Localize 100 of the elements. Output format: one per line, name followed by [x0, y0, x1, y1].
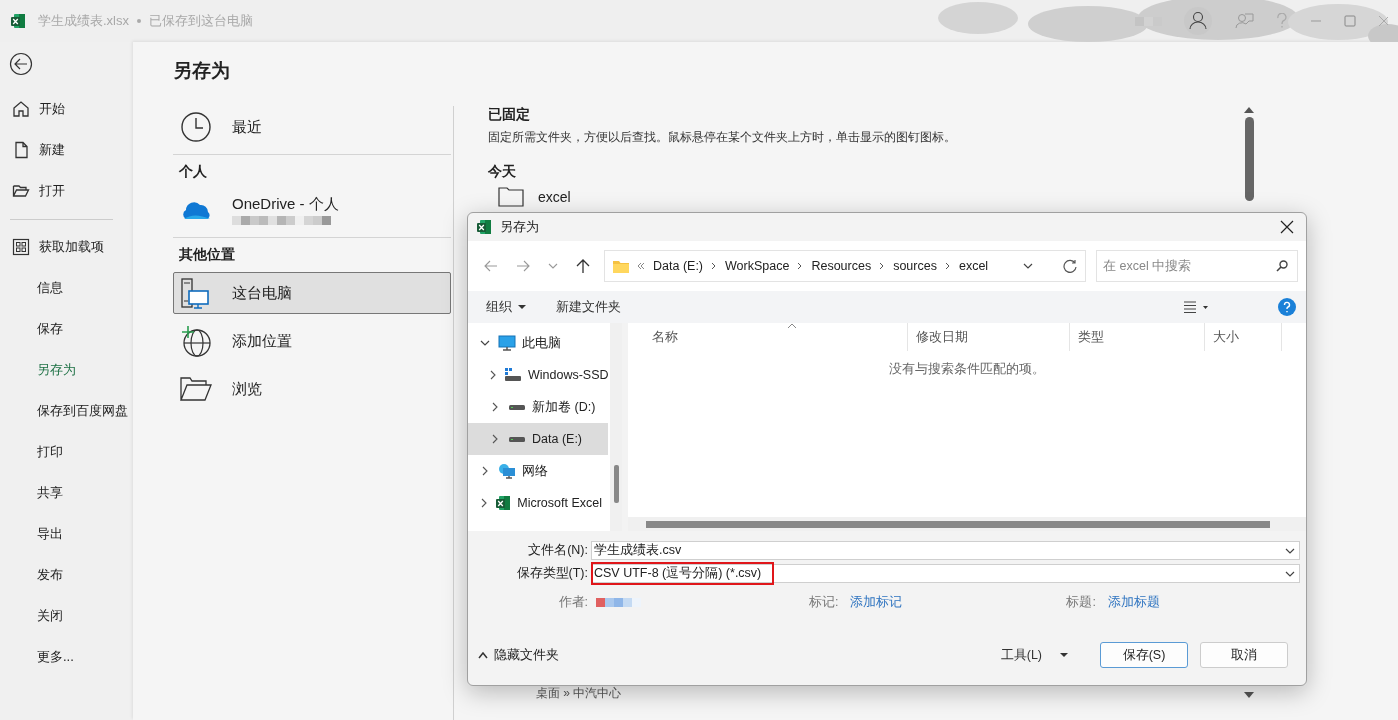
caret-icon	[518, 304, 526, 310]
bullet-icon	[137, 19, 141, 23]
cancel-button[interactable]: 取消	[1200, 642, 1288, 668]
back-button[interactable]	[9, 52, 33, 76]
chevron-up-icon	[478, 651, 488, 659]
field-label: 文件名(N):	[527, 542, 588, 559]
nav-item[interactable]: 信息	[0, 267, 133, 308]
search-field[interactable]: 在 excel 中搜索	[1096, 250, 1298, 282]
file-name: 学生成绩表.xlsx	[38, 12, 129, 30]
hint-text: 固定所需文件夹，方便以后查找。鼠标悬停在某个文件夹上方时，单击显示的图钉图标。	[488, 130, 957, 145]
hide-folders-button[interactable]: 隐藏文件夹	[476, 644, 561, 666]
breadcrumb-separator-icon	[944, 262, 951, 270]
up-arrow-icon	[576, 258, 590, 274]
breadcrumb-item[interactable]: Data (E:)	[653, 259, 703, 273]
new-folder-button[interactable]: 新建文件夹	[556, 296, 621, 318]
breadcrumb-separator-icon	[797, 262, 804, 270]
close-icon	[1280, 220, 1294, 234]
column-header[interactable]: 大小	[1205, 323, 1282, 351]
expand-chevron-icon	[480, 466, 490, 476]
chevron-down-icon	[548, 261, 558, 271]
breadcrumb-separator-icon	[879, 262, 886, 270]
nav-item[interactable]: 发布	[0, 554, 133, 595]
globe-plus-icon	[180, 325, 212, 357]
tree-item[interactable]: 新加卷 (D:)	[468, 391, 608, 423]
feedback-icon	[1234, 11, 1254, 31]
tree-item[interactable]: 网络	[468, 455, 608, 487]
nav-item[interactable]: 共享	[0, 472, 133, 513]
redacted-text	[596, 597, 641, 607]
organize-menu[interactable]: 组织	[486, 296, 526, 318]
save-status: 已保存到这台电脑	[149, 12, 253, 30]
help-icon	[1278, 298, 1296, 316]
section-heading: 已固定	[488, 106, 531, 124]
tree-item[interactable]: Windows-SSD	[468, 359, 608, 391]
section-heading: 个人	[179, 163, 208, 181]
breadcrumb-item[interactable]: excel	[958, 259, 989, 273]
nav-item[interactable]: 更多...	[0, 636, 133, 677]
tools-menu[interactable]: 工具(L)	[1000, 644, 1068, 666]
caret-icon	[1060, 652, 1068, 658]
page-title: 另存为	[173, 59, 231, 83]
column-header[interactable]: 名称	[628, 323, 908, 351]
breadcrumb-item[interactable]: sources	[893, 259, 937, 273]
excel-icon	[10, 13, 26, 29]
scrollbar-thumb[interactable]	[646, 520, 1270, 528]
location-item[interactable]: OneDrive - 个人	[173, 189, 451, 231]
scroll-up-icon	[1244, 106, 1254, 114]
computer-icon	[180, 277, 212, 309]
empty-message: 没有与搜索条件匹配的项。	[888, 361, 1046, 378]
nav-item[interactable]: 另存为	[0, 349, 133, 390]
scroll-down-icon	[1244, 691, 1254, 699]
expand-chevron-icon	[488, 370, 498, 380]
grid-icon	[12, 237, 30, 256]
column-header[interactable]: 修改日期	[908, 323, 1070, 351]
folder-icon	[613, 259, 629, 273]
nav-item[interactable]: 获取加载项	[0, 226, 133, 267]
address-bar[interactable]: Data (E:) WorkSpace Resources sources excel	[604, 250, 1086, 282]
breadcrumb-item[interactable]: WorkSpace	[725, 259, 790, 273]
scrollbar-thumb[interactable]	[1244, 117, 1254, 201]
view-options-button[interactable]	[1182, 299, 1210, 315]
location-item[interactable]: 这台电脑	[173, 272, 451, 314]
add-tags-link[interactable]: 添加标记	[850, 593, 903, 611]
nav-item[interactable]: 新建	[0, 129, 133, 170]
section-heading: 其他位置	[179, 246, 236, 264]
sort-indicator-icon	[788, 323, 796, 328]
folder-name: excel	[538, 189, 571, 205]
column-header[interactable]: 类型	[1070, 323, 1205, 351]
add-title-link[interactable]: 添加标题	[1107, 593, 1160, 611]
drive-icon	[504, 367, 522, 383]
close-icon	[1378, 15, 1388, 27]
nav-item[interactable]: 开始	[0, 88, 133, 129]
tree-item[interactable]: Data (E:)	[468, 423, 608, 455]
location-item[interactable]: 最近	[173, 106, 451, 148]
nav-item[interactable]: 打印	[0, 431, 133, 472]
breadcrumb-item[interactable]: Resources	[811, 259, 872, 273]
section-heading: 今天	[488, 163, 517, 181]
tree-item[interactable]: Microsoft Excel	[468, 487, 608, 519]
folder-icon	[498, 187, 524, 207]
refresh-icon	[1063, 259, 1077, 273]
save-button[interactable]: 保存(S)	[1100, 642, 1188, 668]
location-item[interactable]: 浏览	[173, 368, 451, 410]
file-name-field[interactable]: 学生成绩表.csv	[591, 541, 1300, 560]
tree-item[interactable]: 此电脑	[468, 327, 608, 359]
scrollbar-thumb[interactable]	[613, 465, 619, 503]
help-icon	[1276, 13, 1288, 29]
nav-item[interactable]: 保存到百度网盘	[0, 390, 133, 431]
overflow-chevron-icon	[637, 262, 645, 270]
file-type-dropdown[interactable]: CSV UTF-8 (逗号分隔) (*.csv)	[591, 564, 1300, 583]
folder-path: 桌面 » 中汽中心	[536, 685, 623, 702]
expand-chevron-icon	[490, 434, 500, 444]
field-label: 保存类型(T):	[515, 565, 588, 582]
forward-arrow-icon	[516, 259, 530, 273]
expand-chevron-icon	[480, 338, 490, 348]
nav-item[interactable]: 保存	[0, 308, 133, 349]
search-icon	[1276, 260, 1288, 272]
dialog-title: 另存为	[500, 218, 539, 236]
field-label: 标记:	[809, 593, 839, 611]
location-item[interactable]: 添加位置	[173, 320, 451, 362]
nav-item[interactable]: 打开	[0, 170, 133, 211]
back-arrow-icon	[484, 259, 498, 273]
nav-item[interactable]: 关闭	[0, 595, 133, 636]
nav-item[interactable]: 导出	[0, 513, 133, 554]
